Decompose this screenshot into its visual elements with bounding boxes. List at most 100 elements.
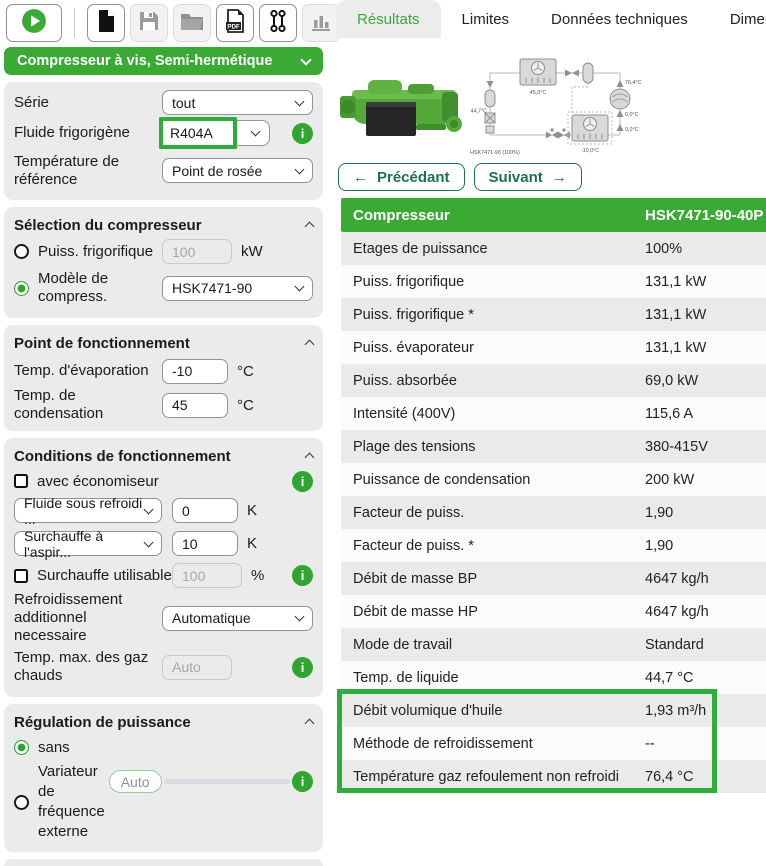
results-table-title: Compresseur <box>353 207 645 224</box>
refrigerant-combo[interactable]: R404A <box>162 120 270 146</box>
selected-compressor-model: HSK7471-90-40P <box>645 207 766 224</box>
inverter-auto-pill[interactable]: Auto <box>109 770 162 793</box>
cond-temp-value: 45 <box>172 397 188 413</box>
toolbar: PDF <box>4 0 323 46</box>
collapse-icon[interactable] <box>305 340 315 350</box>
row-label: Puiss. frigorifique * <box>353 307 645 323</box>
arrow-left-icon: ← <box>353 169 368 186</box>
general-panel: Série tout Fluide frigorigène R404A i Te… <box>4 82 323 200</box>
capacity-control-none-label: sans <box>38 739 70 756</box>
model-value: HSK7471-90 <box>172 280 252 296</box>
row-label: Puiss. évaporateur <box>353 340 645 356</box>
row-label: Facteur de puiss. <box>353 505 645 521</box>
previous-button[interactable]: ← Précédant <box>338 163 465 191</box>
chevron-down-icon <box>144 504 154 514</box>
collapse-icon[interactable] <box>305 719 315 729</box>
model-radio[interactable] <box>14 281 29 296</box>
row-label: Débit volumique d'huile <box>353 703 645 719</box>
conditions-panel: Conditions de fonctionnement avec économ… <box>4 438 323 697</box>
result-navigation: ← Précédant Suivant → <box>338 163 582 191</box>
row-value: 4647 kg/h <box>645 571 766 587</box>
subcooling-select-value: Fluide sous refroidi ... <box>24 495 145 527</box>
results-table: Compresseur HSK7471-90-40P Etages de pui… <box>341 198 766 793</box>
capacity-label: Puiss. frigorifique <box>38 243 162 261</box>
ref-temp-label: Température de référence <box>14 153 162 189</box>
chevron-down-icon <box>144 537 154 547</box>
row-value: 44,7 °C <box>645 670 766 686</box>
compressor-type-dropdown[interactable]: Compresseur à vis, Semi-hermétique <box>4 47 323 75</box>
cond-temp-label: Temp. de condensation <box>14 387 162 423</box>
max-gas-temp-input: Auto <box>162 655 232 680</box>
economizer-info-icon[interactable]: i <box>292 471 313 492</box>
circuit-diagram: 45,0°C 44,7°C HSK7471-90 (100%) -10,0°C … <box>468 57 646 165</box>
max-gas-temp-info-icon[interactable]: i <box>292 657 313 678</box>
open-folder-button <box>173 4 211 42</box>
row-value: 131,1 kW <box>645 274 766 290</box>
arrow-right-icon: → <box>552 169 567 186</box>
compare-button[interactable] <box>259 4 297 42</box>
refrigerant-input-highlighted[interactable]: R404A <box>159 117 237 149</box>
table-row: Facteur de puiss. * 1,90 <box>341 529 766 562</box>
additional-cooling-select[interactable]: Automatique <box>162 606 313 631</box>
capacity-radio[interactable] <box>14 244 29 259</box>
subcooling-input[interactable]: 0 <box>172 498 238 523</box>
superheat-value: 10 <box>182 536 198 552</box>
inverter-info-icon[interactable]: i <box>292 771 313 792</box>
export-pdf-button[interactable]: PDF <box>216 4 254 42</box>
tab[interactable]: Dimensions <box>709 0 766 38</box>
row-value: 380-415V <box>645 439 766 455</box>
superheat-input[interactable]: 10 <box>172 531 238 556</box>
table-row: Plage des tensions 380-415V <box>341 430 766 463</box>
diagram-suction-temp-2: 0,0°C <box>625 127 639 133</box>
serie-select[interactable]: tout <box>162 90 313 115</box>
conditions-title: Conditions de fonctionnement <box>14 448 231 465</box>
table-row: Puiss. absorbée 69,0 kW <box>341 364 766 397</box>
table-row: Débit de masse HP 4647 kg/h <box>341 595 766 628</box>
collapse-icon[interactable] <box>305 222 315 232</box>
tab-label: Dimensions <box>730 11 766 28</box>
row-value: 100% <box>645 241 766 257</box>
subcooling-select[interactable]: Fluide sous refroidi ... <box>14 498 162 523</box>
new-document-button[interactable] <box>87 4 125 42</box>
row-value: 200 kW <box>645 472 766 488</box>
usable-superheat-info-icon[interactable]: i <box>292 565 313 586</box>
selection-panel: Sélection du compresseur Puiss. frigorif… <box>4 207 323 318</box>
refrigerant-info-icon[interactable]: i <box>292 123 313 144</box>
economizer-label: avec économiseur <box>37 473 159 490</box>
row-label: Température gaz refoulement non refroidi <box>353 769 645 785</box>
capacity-control-title: Régulation de puissance <box>14 714 191 731</box>
capacity-control-none-radio[interactable] <box>14 740 29 755</box>
previous-label: Précédant <box>377 169 450 186</box>
run-calculation-button[interactable] <box>6 4 62 42</box>
economizer-checkbox[interactable] <box>14 474 28 488</box>
row-value: -- <box>645 736 766 752</box>
row-label: Débit de masse HP <box>353 604 645 620</box>
model-select[interactable]: HSK7471-90 <box>162 276 313 301</box>
tab-label: Limites <box>462 11 510 28</box>
save-button <box>130 4 168 42</box>
tab[interactable]: Données techniques <box>530 0 709 38</box>
superheat-select[interactable]: Surchauffe à l'aspir... <box>14 531 162 556</box>
selection-title: Sélection du compresseur <box>14 217 202 234</box>
tab[interactable]: Limites <box>441 0 531 38</box>
capacity-control-panel: Régulation de puissance sans Variateur d… <box>4 704 323 852</box>
collapse-icon[interactable] <box>305 453 315 463</box>
subcooling-value: 0 <box>182 503 190 519</box>
evap-temp-unit: °C <box>237 363 254 380</box>
evap-temp-input[interactable]: -10 <box>162 359 228 384</box>
save-icon <box>138 10 160 36</box>
inverter-label: Variateur de fréquence externe <box>38 762 109 842</box>
inverter-slider[interactable] <box>164 779 290 784</box>
next-button[interactable]: Suivant → <box>474 163 582 191</box>
ref-temp-value: Point de rosée <box>172 163 262 179</box>
usable-superheat-checkbox[interactable] <box>14 569 28 583</box>
serie-label: Série <box>14 94 162 112</box>
tab[interactable]: Résultats <box>336 0 441 38</box>
diagram-suction-temp-1: 0,0°C <box>625 112 639 118</box>
superheat-select-value: Surchauffe à l'aspir... <box>24 528 145 560</box>
cond-temp-input[interactable]: 45 <box>162 393 228 418</box>
ref-temp-select[interactable]: Point de rosée <box>162 158 313 183</box>
table-row: Facteur de puiss. 1,90 <box>341 496 766 529</box>
next-label: Suivant <box>489 169 543 186</box>
row-label: Temp. de liquide <box>353 670 645 686</box>
